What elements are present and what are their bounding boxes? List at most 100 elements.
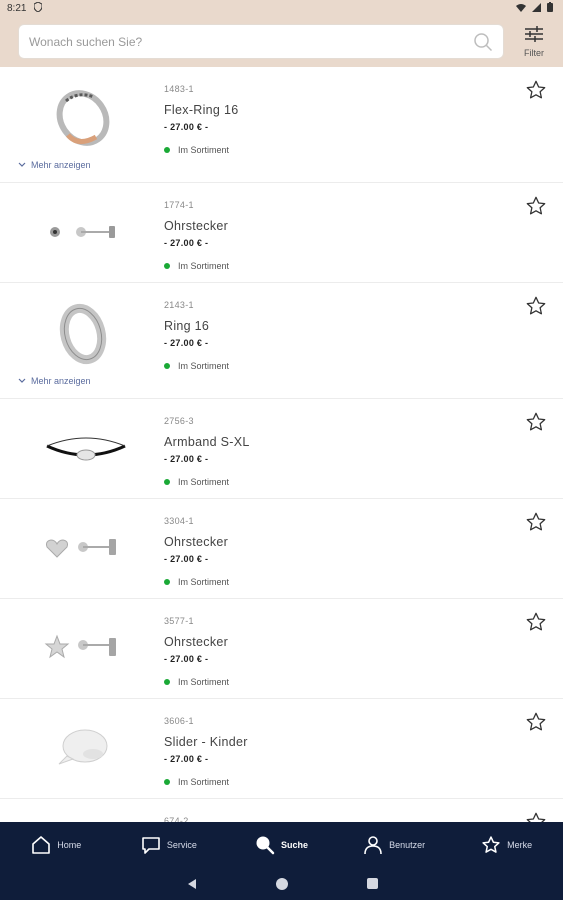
star-outline-icon bbox=[526, 612, 546, 631]
filter-label: Filter bbox=[524, 48, 544, 58]
product-price: - 27.00 € - bbox=[164, 554, 209, 564]
favorite-button[interactable] bbox=[525, 411, 547, 433]
product-name: Ohrstecker bbox=[164, 535, 229, 549]
stock-dot bbox=[164, 479, 170, 485]
slider-bubble-image bbox=[40, 713, 126, 783]
stock-status: Im Sortiment bbox=[164, 261, 229, 271]
favorite-button[interactable] bbox=[525, 711, 547, 733]
stock-label: Im Sortiment bbox=[178, 261, 230, 271]
shield-icon bbox=[33, 1, 43, 15]
stock-status: Im Sortiment bbox=[164, 677, 229, 687]
list-item[interactable]: 3304-1 Ohrstecker - 27.00 € - Im Sortime… bbox=[0, 499, 563, 599]
show-more-label: Mehr anzeigen bbox=[31, 376, 91, 386]
favorite-button[interactable] bbox=[525, 295, 547, 317]
star-outline-icon bbox=[526, 80, 546, 99]
star-outline-icon bbox=[526, 812, 546, 822]
chevron-down-icon bbox=[18, 378, 26, 383]
stock-status: Im Sortiment bbox=[164, 361, 229, 371]
nav-service-label: Service bbox=[166, 840, 197, 850]
stock-dot bbox=[164, 147, 170, 153]
star-outline-icon bbox=[526, 196, 546, 215]
wifi-icon bbox=[516, 4, 527, 12]
nav-home-label: Home bbox=[57, 840, 82, 850]
stock-dot bbox=[164, 579, 170, 585]
stock-label: Im Sortiment bbox=[178, 361, 230, 371]
search-box bbox=[18, 24, 504, 59]
favorite-button[interactable] bbox=[525, 79, 547, 101]
stock-dot bbox=[164, 363, 170, 369]
product-price: - 27.00 € - bbox=[164, 338, 209, 348]
nav-user-label: Benutzer bbox=[389, 840, 426, 850]
chat-icon bbox=[142, 837, 160, 854]
bracelet-image bbox=[38, 415, 134, 485]
favorite-button[interactable] bbox=[525, 811, 547, 822]
product-price: - 27.00 € - bbox=[164, 454, 209, 464]
status-time: 8:21 bbox=[7, 3, 27, 14]
list-item[interactable]: 2756-3 Armband S-XL - 27.00 € - Im Sorti… bbox=[0, 399, 563, 499]
search-input[interactable] bbox=[29, 25, 469, 58]
nav-service[interactable]: Service bbox=[113, 822, 226, 868]
favorite-button[interactable] bbox=[525, 511, 547, 533]
stock-status: Im Sortiment bbox=[164, 777, 229, 787]
stock-status: Im Sortiment bbox=[164, 577, 229, 587]
product-list: 1483-1 Flex-Ring 16 - 27.00 € - Im Sorti… bbox=[0, 67, 563, 822]
nav-home[interactable]: Home bbox=[0, 822, 113, 868]
star-icon bbox=[482, 836, 500, 853]
stock-label: Im Sortiment bbox=[178, 477, 230, 487]
nav-search[interactable]: Suche bbox=[225, 822, 338, 868]
product-name: Ohrstecker bbox=[164, 219, 229, 233]
product-name: Armband S-XL bbox=[164, 435, 250, 449]
show-more-link[interactable]: Mehr anzeigen bbox=[18, 376, 91, 386]
stud-earring-star-image bbox=[40, 613, 126, 683]
list-item[interactable]: 1774-1 Ohrstecker - 27.00 € - Im Sortime… bbox=[0, 183, 563, 283]
nav-user[interactable]: Benutzer bbox=[338, 822, 451, 868]
chevron-down-icon bbox=[18, 162, 26, 167]
system-status-icons bbox=[516, 2, 553, 15]
system-nav-bar bbox=[0, 868, 563, 900]
list-item[interactable]: 674-2 bbox=[0, 799, 563, 822]
stock-status: Im Sortiment bbox=[164, 477, 229, 487]
ring-bicolor-image bbox=[40, 83, 126, 153]
signal-icon bbox=[532, 3, 542, 12]
article-number: 2756-3 bbox=[164, 416, 194, 426]
recents-icon[interactable] bbox=[367, 878, 378, 889]
home-icon bbox=[32, 836, 51, 854]
filter-button[interactable]: Filter bbox=[516, 23, 552, 61]
product-name: Slider - Kinder bbox=[164, 735, 248, 749]
header: Filter bbox=[0, 17, 563, 67]
show-more-label: Mehr anzeigen bbox=[31, 160, 91, 170]
user-icon bbox=[364, 836, 382, 855]
article-number: 3304-1 bbox=[164, 516, 194, 526]
list-item[interactable]: 3606-1 Slider - Kinder - 27.00 € - Im So… bbox=[0, 699, 563, 799]
favorite-button[interactable] bbox=[525, 195, 547, 217]
product-name: Ohrstecker bbox=[164, 635, 229, 649]
favorite-button[interactable] bbox=[525, 611, 547, 633]
nav-search-label: Suche bbox=[280, 840, 308, 850]
stud-earring-heart-image bbox=[40, 513, 126, 583]
ring-silver-image bbox=[40, 299, 126, 369]
stock-label: Im Sortiment bbox=[178, 145, 230, 155]
home-circle-icon[interactable] bbox=[276, 878, 288, 890]
stock-label: Im Sortiment bbox=[178, 577, 230, 587]
product-price: - 27.00 € - bbox=[164, 238, 209, 248]
stock-dot bbox=[164, 679, 170, 685]
star-outline-icon bbox=[526, 412, 546, 431]
list-item[interactable]: 2143-1 Ring 16 - 27.00 € - Im Sortiment … bbox=[0, 283, 563, 399]
bottom-nav: Home Service Suche Benutzer Merke bbox=[0, 822, 563, 868]
back-icon[interactable] bbox=[186, 878, 198, 890]
star-outline-icon bbox=[526, 512, 546, 531]
list-item[interactable]: 3577-1 Ohrstecker - 27.00 € - Im Sortime… bbox=[0, 599, 563, 699]
product-price: - 27.00 € - bbox=[164, 754, 209, 764]
stock-dot bbox=[164, 263, 170, 269]
article-number: 3577-1 bbox=[164, 616, 194, 626]
star-outline-icon bbox=[526, 296, 546, 315]
nav-favorites[interactable]: Merke bbox=[450, 822, 563, 868]
article-number: 2143-1 bbox=[164, 300, 194, 310]
list-item[interactable]: 1483-1 Flex-Ring 16 - 27.00 € - Im Sorti… bbox=[0, 67, 563, 183]
show-more-link[interactable]: Mehr anzeigen bbox=[18, 160, 91, 170]
stock-label: Im Sortiment bbox=[178, 677, 230, 687]
search-icon[interactable] bbox=[473, 32, 493, 52]
product-price: - 27.00 € - bbox=[164, 122, 209, 132]
stock-status: Im Sortiment bbox=[164, 145, 229, 155]
sliders-icon bbox=[525, 26, 543, 42]
